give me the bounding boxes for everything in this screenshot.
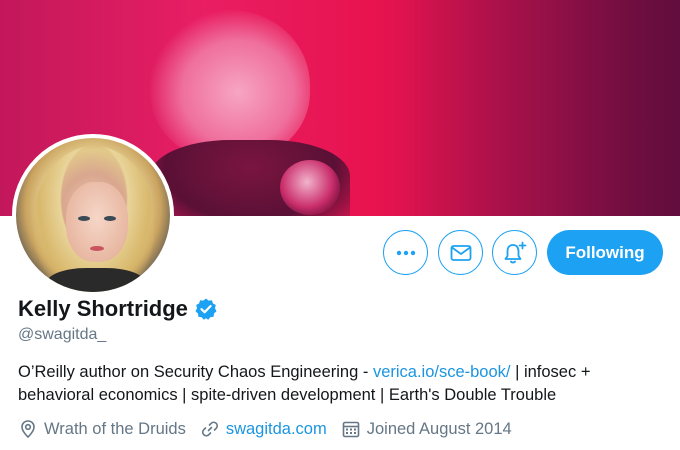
display-name: Kelly Shortridge [18, 296, 188, 321]
name-row: Kelly Shortridge [18, 296, 218, 322]
avatar-shirt [46, 268, 146, 292]
avatar-lips [90, 246, 104, 251]
avatar-eye-right [104, 216, 116, 221]
website-item[interactable]: swagitda.com [200, 419, 327, 439]
banner-person-head [150, 10, 310, 160]
notify-button[interactable] [492, 230, 537, 275]
profile-meta: Wrath of the Druids swagitda.com Joined … [18, 419, 526, 439]
bio: O’Reilly author on Security Chaos Engine… [18, 361, 658, 407]
joined-item: Joined August 2014 [341, 419, 512, 439]
bio-link[interactable]: verica.io/sce-book/ [373, 363, 511, 381]
bio-text-1: O’Reilly author on Security Chaos Engine… [18, 363, 373, 381]
website-link[interactable]: swagitda.com [226, 420, 327, 439]
more-icon [396, 250, 415, 255]
location-pin-icon [21, 420, 35, 439]
following-button[interactable]: Following [547, 230, 663, 275]
location-text: Wrath of the Druids [44, 419, 186, 438]
handle: @swagitda_ [18, 326, 107, 343]
banner-microphone [280, 160, 340, 215]
avatar[interactable] [12, 134, 174, 296]
more-button[interactable] [383, 230, 428, 275]
banner-shade [400, 0, 680, 216]
message-button[interactable] [438, 230, 483, 275]
verified-badge-icon [195, 298, 217, 320]
bell-plus-icon [504, 241, 526, 263]
calendar-icon [342, 421, 360, 438]
location-item: Wrath of the Druids [18, 419, 186, 439]
link-icon [201, 421, 218, 437]
joined-text: Joined August 2014 [366, 419, 512, 438]
mail-icon [450, 244, 471, 261]
avatar-eye-left [78, 216, 90, 221]
